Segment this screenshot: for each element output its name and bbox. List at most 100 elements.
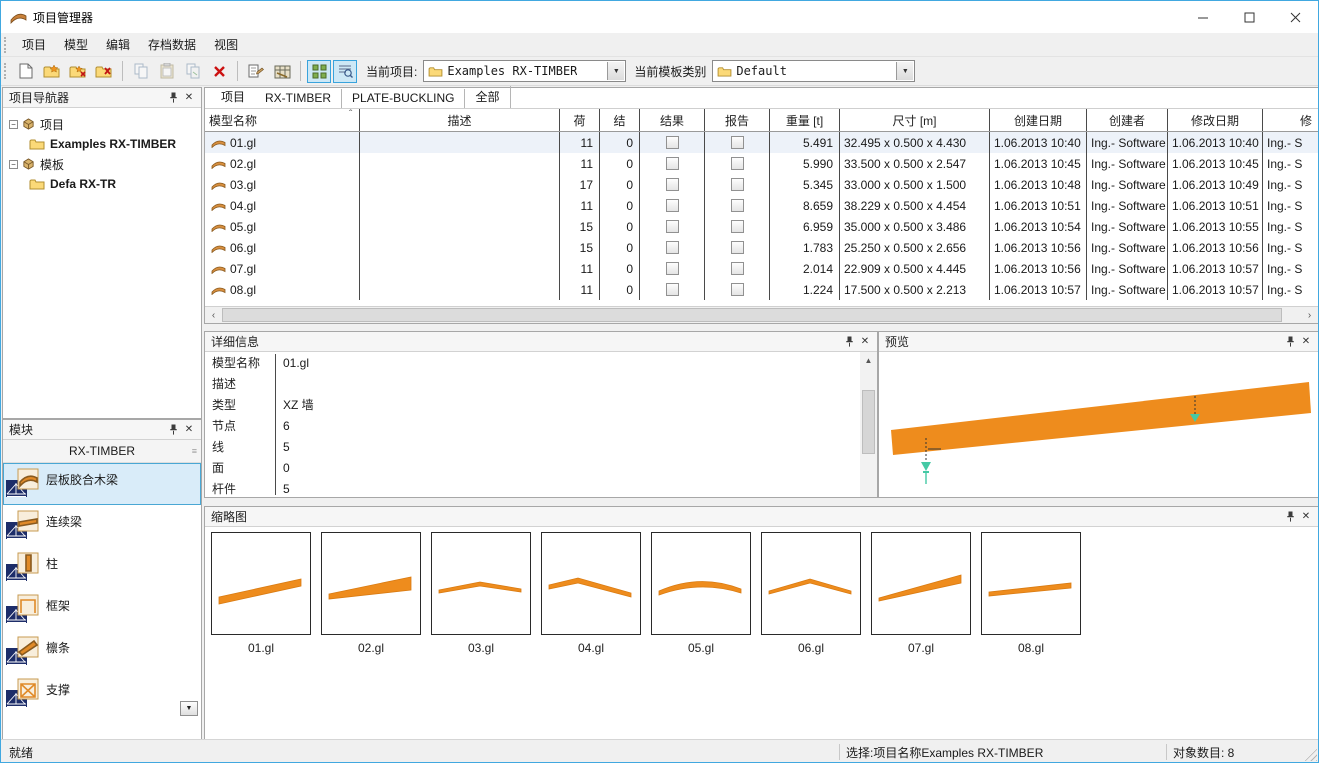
pin-icon[interactable] [841, 334, 857, 349]
close-button[interactable] [1272, 1, 1318, 33]
pin-icon[interactable] [1282, 334, 1298, 349]
column-header-results[interactable]: 结果 [640, 109, 705, 131]
pin-icon[interactable] [165, 90, 181, 105]
column-header-creator[interactable]: 创建者 [1087, 109, 1168, 131]
menu-item[interactable]: 项目 [13, 33, 55, 56]
dropdown-arrow-icon[interactable]: ▼ [896, 62, 913, 80]
close-panel-icon[interactable]: ✕ [181, 90, 197, 105]
report-checkbox[interactable] [731, 199, 744, 212]
report-checkbox[interactable] [731, 283, 744, 296]
module-item[interactable]: 连续梁 [3, 505, 201, 547]
results-checkbox[interactable] [666, 157, 679, 170]
rename-button[interactable] [244, 60, 268, 83]
column-header-combos[interactable]: 结 [600, 109, 640, 131]
results-checkbox[interactable] [666, 220, 679, 233]
edit-project-button[interactable] [66, 60, 90, 83]
scrollbar-thumb[interactable] [862, 390, 875, 454]
table-tab[interactable]: RX-TIMBER [255, 89, 342, 108]
tree-node-templates[interactable]: − 模板 [7, 154, 199, 174]
table-row[interactable]: 08.gl 11 0 1.224 17.500 x 0.500 x 2.213 … [205, 279, 1318, 300]
report-checkbox[interactable] [731, 157, 744, 170]
new-project-button[interactable] [40, 60, 64, 83]
scroll-down-button[interactable]: ▼ [180, 701, 198, 716]
thumbnail-image[interactable] [321, 532, 421, 635]
menu-item[interactable]: 视图 [205, 33, 247, 56]
collapse-icon[interactable]: − [9, 160, 18, 169]
module-item[interactable]: 檩条 [3, 631, 201, 673]
minimize-button[interactable] [1180, 1, 1226, 33]
table-tab[interactable]: 全部 [465, 86, 510, 108]
archive-button[interactable] [270, 60, 294, 83]
preview-pane-toggle[interactable] [333, 60, 357, 83]
column-header-report[interactable]: 报告 [705, 109, 770, 131]
scrollbar-thumb[interactable] [222, 308, 1282, 322]
module-group-header[interactable]: RX-TIMBER ≡ [3, 440, 201, 463]
scroll-up-icon[interactable]: ▲ [860, 352, 877, 368]
table-row[interactable]: 04.gl 11 0 8.659 38.229 x 0.500 x 4.454 … [205, 195, 1318, 216]
template-category-combobox[interactable]: Default ▼ [712, 60, 915, 82]
close-panel-icon[interactable]: ✕ [1298, 334, 1314, 349]
module-item[interactable]: 层板胶合木梁 [3, 463, 201, 505]
column-header-name[interactable]: 模型名称 [205, 109, 360, 131]
delete-button[interactable] [207, 60, 231, 83]
close-panel-icon[interactable]: ✕ [1298, 509, 1314, 524]
report-checkbox[interactable] [731, 136, 744, 149]
report-checkbox[interactable] [731, 220, 744, 233]
pin-icon[interactable] [1282, 509, 1298, 524]
table-tab[interactable]: 项目 [211, 86, 255, 108]
model-thumbnail[interactable]: 01.gl [211, 532, 321, 655]
copy-button[interactable] [129, 60, 153, 83]
table-row[interactable]: 02.gl 11 0 5.990 33.500 x 0.500 x 2.547 … [205, 153, 1318, 174]
column-header-weight[interactable]: 重量 [t] [770, 109, 840, 131]
table-row[interactable]: 05.gl 15 0 6.959 35.000 x 0.500 x 3.486 … [205, 216, 1318, 237]
menu-item[interactable]: 编辑 [97, 33, 139, 56]
new-model-button[interactable] [14, 60, 38, 83]
column-header-size[interactable]: 尺寸 [m] [840, 109, 990, 131]
table-row[interactable]: 06.gl 15 0 1.783 25.250 x 0.500 x 2.656 … [205, 237, 1318, 258]
pin-icon[interactable] [165, 422, 181, 437]
report-checkbox[interactable] [731, 178, 744, 191]
dropdown-arrow-icon[interactable]: ▼ [607, 62, 624, 80]
horizontal-scrollbar[interactable]: ‹ › [205, 306, 1318, 323]
collapse-icon[interactable]: − [9, 120, 18, 129]
model-thumbnail[interactable]: 05.gl [651, 532, 761, 655]
duplicate-button[interactable] [181, 60, 205, 83]
menu-item[interactable]: 模型 [55, 33, 97, 56]
thumbnail-image[interactable] [431, 532, 531, 635]
model-thumbnail[interactable]: 03.gl [431, 532, 541, 655]
model-thumbnail[interactable]: 06.gl [761, 532, 871, 655]
results-checkbox[interactable] [666, 136, 679, 149]
results-checkbox[interactable] [666, 241, 679, 254]
model-thumbnail[interactable]: 07.gl [871, 532, 981, 655]
table-tab[interactable]: PLATE-BUCKLING [342, 89, 465, 108]
results-checkbox[interactable] [666, 199, 679, 212]
delete-project-button[interactable] [92, 60, 116, 83]
menu-item[interactable]: 存档数据 [139, 33, 205, 56]
thumbnail-image[interactable] [541, 532, 641, 635]
module-item[interactable]: 柱 [3, 547, 201, 589]
column-header-modified[interactable]: 修改日期 [1168, 109, 1263, 131]
tree-node-default-template[interactable]: Defa RX-TR [7, 174, 199, 194]
thumbnail-image[interactable] [871, 532, 971, 635]
thumbnail-image[interactable] [981, 532, 1081, 635]
thumbnail-image[interactable] [761, 532, 861, 635]
current-project-combobox[interactable]: Examples RX-TIMBER ▼ [423, 60, 626, 82]
maximize-button[interactable] [1226, 1, 1272, 33]
report-checkbox[interactable] [731, 241, 744, 254]
table-row[interactable]: 01.gl 11 0 5.491 32.495 x 0.500 x 4.430 … [205, 132, 1318, 153]
column-header-loads[interactable]: 荷 [560, 109, 600, 131]
thumbnail-image[interactable] [651, 532, 751, 635]
table-row[interactable]: 07.gl 11 0 2.014 22.909 x 0.500 x 4.445 … [205, 258, 1318, 279]
table-row[interactable]: 03.gl 17 0 5.345 33.000 x 0.500 x 1.500 … [205, 174, 1318, 195]
resize-grip[interactable] [1303, 747, 1317, 761]
results-checkbox[interactable] [666, 178, 679, 191]
module-item[interactable]: 框架 [3, 589, 201, 631]
column-header-created[interactable]: 创建日期 [990, 109, 1087, 131]
model-thumbnail[interactable]: 04.gl [541, 532, 651, 655]
details-scrollbar[interactable]: ▲ [860, 352, 877, 497]
column-header-modifier[interactable]: 修 [1263, 109, 1318, 131]
thumbnail-image[interactable] [211, 532, 311, 635]
tree-node-projects[interactable]: − 项目 [7, 114, 199, 134]
thumbnails-view-toggle[interactable] [307, 60, 331, 83]
module-item[interactable]: 屋面 [3, 715, 201, 719]
